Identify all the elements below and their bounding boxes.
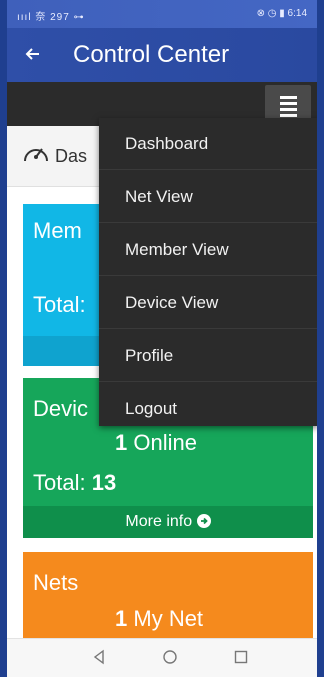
android-nav-bar xyxy=(7,638,317,677)
hamburger-icon[interactable] xyxy=(265,85,311,121)
app-bar: Control Center xyxy=(7,28,317,82)
dropdown-menu: Dashboard Net View Member View Device Vi… xyxy=(99,118,317,426)
status-right: ⊗ ◷ ▮ 6:14 xyxy=(256,8,307,19)
status-left: ıııl 奈 297 ⊶ xyxy=(17,12,85,23)
menu-item-device-view[interactable]: Device View xyxy=(99,277,317,329)
more-info-link[interactable]: More info xyxy=(23,506,313,538)
circle-home-icon[interactable] xyxy=(162,649,178,665)
nets-card-title: Nets xyxy=(33,570,79,595)
nets-card: Nets 1 My Net xyxy=(23,552,313,652)
square-recent-icon[interactable] xyxy=(233,649,249,665)
page-title: Control Center xyxy=(73,41,230,68)
menu-item-profile[interactable]: Profile xyxy=(99,330,317,382)
status-bar: ıııl 奈 297 ⊶ ⊗ ◷ ▮ 6:14 xyxy=(7,0,317,28)
arrow-circle-right-icon xyxy=(196,514,211,528)
members-total-label: Total: xyxy=(33,292,86,317)
speedometer-icon xyxy=(24,148,48,162)
menu-item-dashboard[interactable]: Dashboard xyxy=(99,118,317,170)
breadcrumb-label: Das xyxy=(55,146,88,166)
nets-count: 1 xyxy=(115,606,128,631)
app-frame: ıııl 奈 297 ⊶ ⊗ ◷ ▮ 6:14 Control Center D… xyxy=(7,0,317,677)
menu-item-net-view[interactable]: Net View xyxy=(99,171,317,223)
devices-total-value: 13 xyxy=(91,470,117,495)
nets-my-net: 1 My Net xyxy=(115,606,203,632)
menu-item-logout[interactable]: Logout xyxy=(99,383,317,435)
triangle-back-icon[interactable] xyxy=(91,649,107,665)
menu-item-member-view[interactable]: Member View xyxy=(99,224,317,276)
devices-total-label: Total: xyxy=(33,470,86,495)
devices-total: Total: 13 xyxy=(33,470,116,496)
back-arrow-icon xyxy=(25,48,39,60)
back-button[interactable] xyxy=(19,40,47,68)
nets-label: My Net xyxy=(133,606,204,631)
members-card-title: Mem xyxy=(33,218,82,243)
more-info-label: More info xyxy=(125,513,193,530)
devices-card-title: Devic xyxy=(33,396,89,421)
